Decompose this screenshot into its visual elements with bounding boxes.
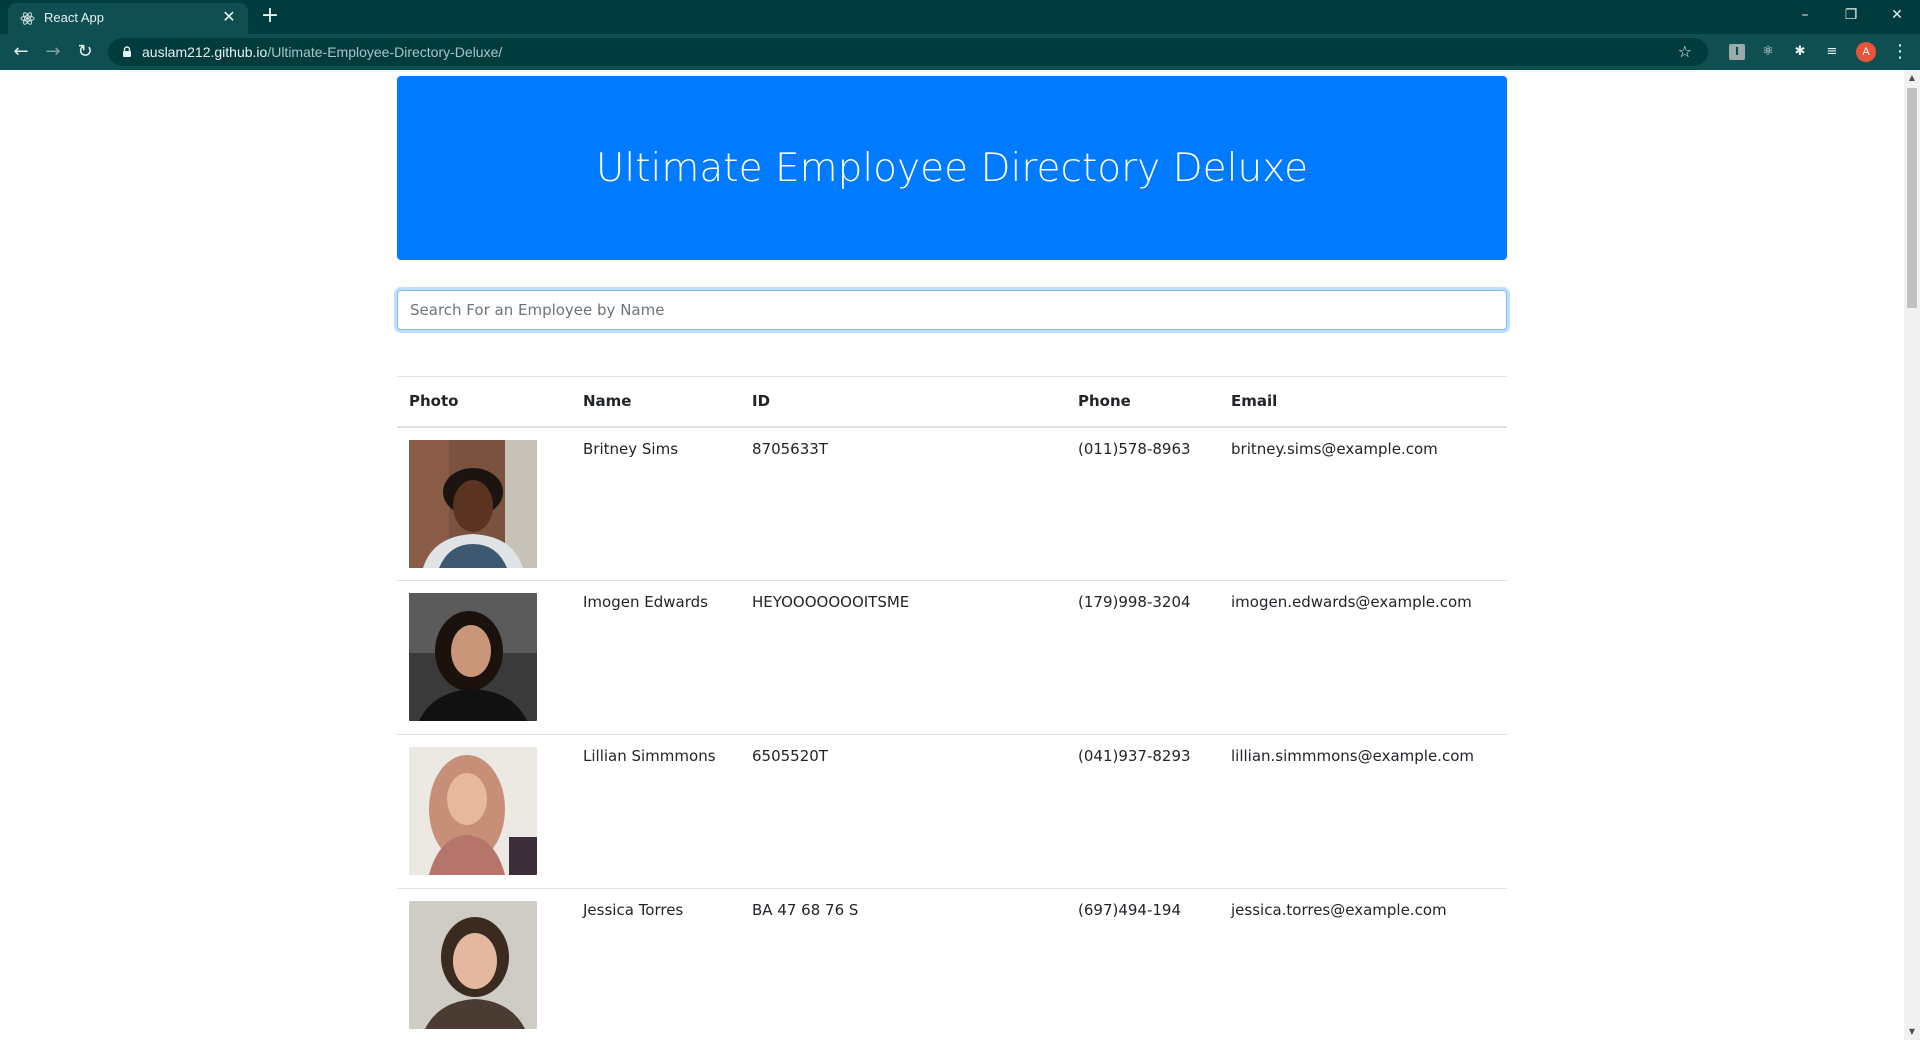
- page-title: Ultimate Employee Directory Deluxe: [595, 145, 1309, 191]
- react-devtools-icon[interactable]: ⚛: [1758, 42, 1778, 62]
- employee-photo: [409, 747, 537, 875]
- lock-icon: [123, 46, 131, 57]
- browser-tab[interactable]: React App ✕: [8, 3, 248, 34]
- employee-id: BA 47 68 76 S: [740, 888, 1066, 1040]
- address-bar[interactable]: auslam212.github.io/Ultimate-Employee-Di…: [108, 38, 1708, 66]
- react-favicon-icon: [20, 12, 35, 25]
- browser-menu-icon[interactable]: ⋮: [1888, 40, 1912, 64]
- employee-email[interactable]: lillian.simmmons@example.com: [1219, 734, 1507, 889]
- employee-name: Lillian Simmmons: [571, 734, 740, 889]
- tab-close-icon[interactable]: ✕: [220, 8, 238, 26]
- url-path: /Ultimate-Employee-Directory-Deluxe/: [267, 44, 503, 60]
- employee-email[interactable]: britney.sims@example.com: [1219, 426, 1507, 581]
- employee-photo: [409, 439, 537, 568]
- employee-name: Imogen Edwards: [571, 580, 740, 735]
- column-header-phone[interactable]: Phone: [1066, 376, 1219, 428]
- employee-id: 6505520T: [740, 734, 1066, 889]
- tab-title: React App: [44, 10, 104, 25]
- employee-email[interactable]: imogen.edwards@example.com: [1219, 580, 1507, 735]
- main-container: Ultimate Employee Directory Deluxe Photo…: [397, 76, 1507, 1040]
- employee-email[interactable]: jessica.torres@example.com: [1219, 888, 1507, 1040]
- browser-tab-bar: React App ✕ + – ❐ ✕: [0, 0, 1920, 34]
- back-button[interactable]: ←: [9, 40, 33, 64]
- column-header-photo[interactable]: Photo: [397, 376, 571, 428]
- scroll-down-arrow-icon[interactable]: ▼: [1904, 1024, 1920, 1040]
- minimize-button[interactable]: –: [1782, 0, 1828, 30]
- employee-photo: [409, 593, 537, 721]
- employee-id: HEYOOOOOOOITSME: [740, 580, 1066, 735]
- profile-avatar[interactable]: A: [1856, 42, 1876, 62]
- header-banner: Ultimate Employee Directory Deluxe: [397, 76, 1507, 260]
- page-viewport: Ultimate Employee Directory Deluxe Photo…: [0, 70, 1904, 1040]
- new-tab-button[interactable]: +: [258, 5, 282, 29]
- employee-phone: (697)494-194: [1066, 888, 1219, 1040]
- column-header-name[interactable]: Name: [571, 376, 740, 428]
- employee-phone: (179)998-3204: [1066, 580, 1219, 735]
- forward-button[interactable]: →: [41, 40, 65, 64]
- column-header-id[interactable]: ID: [740, 376, 1066, 428]
- photo-cell: [397, 888, 571, 1040]
- employee-id: 8705633T: [740, 426, 1066, 581]
- employee-phone: (011)578-8963: [1066, 426, 1219, 581]
- page-scrollbar[interactable]: ▲ ▼: [1904, 70, 1920, 1040]
- scrollbar-thumb[interactable]: [1907, 88, 1917, 308]
- reload-button[interactable]: ↻: [73, 40, 97, 64]
- bookmark-star-icon[interactable]: ☆: [1678, 42, 1692, 61]
- table-header-row: Photo Name ID Phone Email: [397, 376, 1507, 428]
- table-row: Lillian Simmmons 6505520T (041)937-8293 …: [397, 734, 1507, 889]
- scroll-up-arrow-icon[interactable]: ▲: [1904, 70, 1920, 86]
- close-window-button[interactable]: ✕: [1874, 0, 1920, 30]
- browser-toolbar: ← → ↻ auslam212.github.io/Ultimate-Emplo…: [0, 34, 1920, 70]
- employee-name: Britney Sims: [571, 426, 740, 581]
- employee-photo: [409, 901, 537, 1029]
- employee-name: Jessica Torres: [571, 888, 740, 1040]
- table-row: Imogen Edwards HEYOOOOOOOITSME (179)998-…: [397, 580, 1507, 735]
- search-input[interactable]: [397, 290, 1507, 330]
- reading-list-icon[interactable]: ≡: [1822, 42, 1842, 62]
- photo-cell: [397, 580, 571, 735]
- url-text: auslam212.github.io/Ultimate-Employee-Di…: [142, 44, 502, 60]
- restore-button[interactable]: ❐: [1828, 0, 1874, 30]
- employee-phone: (041)937-8293: [1066, 734, 1219, 889]
- extensions-puzzle-icon[interactable]: ✱: [1790, 42, 1810, 62]
- photo-cell: [397, 734, 571, 889]
- column-header-email[interactable]: Email: [1219, 376, 1507, 428]
- table-row: Jessica Torres BA 47 68 76 S (697)494-19…: [397, 888, 1507, 1040]
- url-host: auslam212.github.io: [142, 44, 268, 60]
- extension-1-icon[interactable]: I: [1729, 44, 1745, 60]
- photo-cell: [397, 426, 571, 581]
- table-row: Britney Sims 8705633T (011)578-8963 brit…: [397, 426, 1507, 581]
- employee-table: Photo Name ID Phone Email Britney Sims 8…: [397, 376, 1507, 1040]
